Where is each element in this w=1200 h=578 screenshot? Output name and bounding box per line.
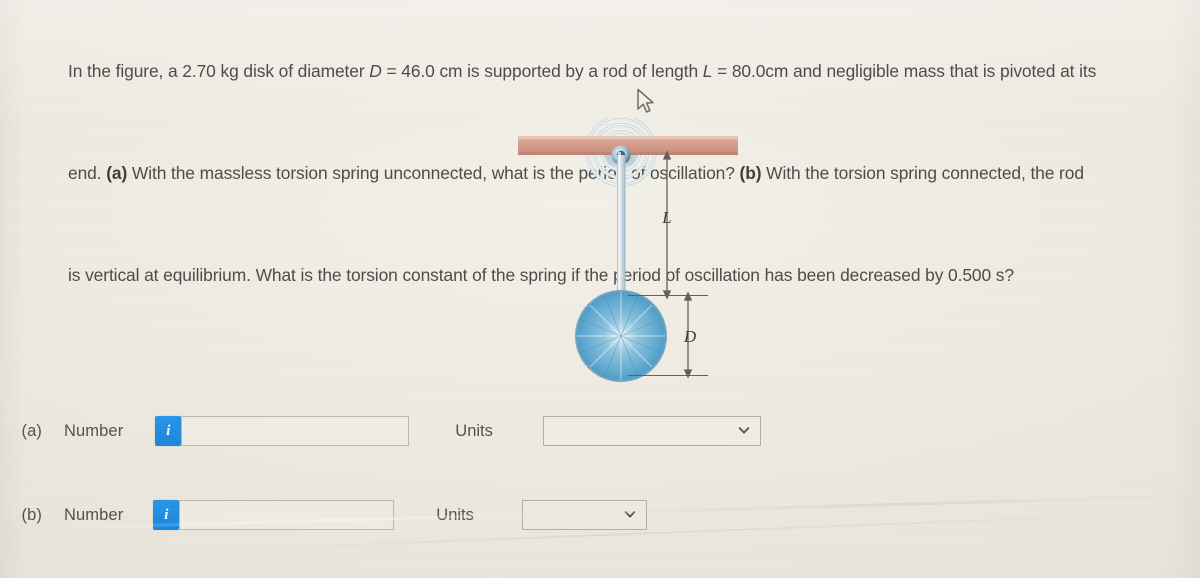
answer-a-units-label: Units <box>455 421 493 440</box>
statement-line-2-part-c: With the torsion spring connected, the r… <box>761 163 1084 183</box>
statement-line-1-part-a: In the figure, a 2.70 kg disk of diamete… <box>68 61 370 81</box>
dimension-D-label: D <box>683 327 697 346</box>
variable-D: D <box>369 61 382 81</box>
answer-b-paren: (b) <box>21 505 42 524</box>
statement-line-1-part-c: = 80.0cm and negligible mass that is piv… <box>712 61 1097 81</box>
chevron-down-icon <box>624 508 636 519</box>
answer-b-units-label: Units <box>436 505 474 524</box>
screenshot-page: In the figure, a 2.70 kg disk of diamete… <box>0 0 1200 578</box>
statement-line-1: In the figure, a 2.70 kg disk of diamete… <box>68 59 1166 85</box>
info-icon-b[interactable]: i <box>153 500 180 530</box>
answer-a-number-input[interactable] <box>181 416 410 446</box>
physics-figure: L D <box>500 118 800 393</box>
answer-a-number-label: Number <box>64 421 124 440</box>
answer-row-a: (a) Number i Units <box>0 408 762 454</box>
rod <box>617 155 626 305</box>
answer-b-number-input[interactable] <box>179 500 395 530</box>
answer-row-b: (b) Number i Units <box>0 492 648 538</box>
statement-line-2-part-a: end. <box>68 163 107 183</box>
variable-L: L <box>702 61 713 81</box>
answer-b-units-select[interactable] <box>522 500 648 530</box>
answer-b-number-label: Number <box>64 505 124 524</box>
chevron-down-icon <box>738 424 750 435</box>
answer-a-paren: (a) <box>21 421 42 440</box>
info-icon-a[interactable]: i <box>155 416 182 446</box>
part-label-a: (a) <box>106 163 128 183</box>
statement-line-1-part-b: = 46.0 cm is supported by a rod of lengt… <box>381 61 703 81</box>
disk <box>574 289 668 383</box>
answer-a-units-select[interactable] <box>543 416 762 446</box>
